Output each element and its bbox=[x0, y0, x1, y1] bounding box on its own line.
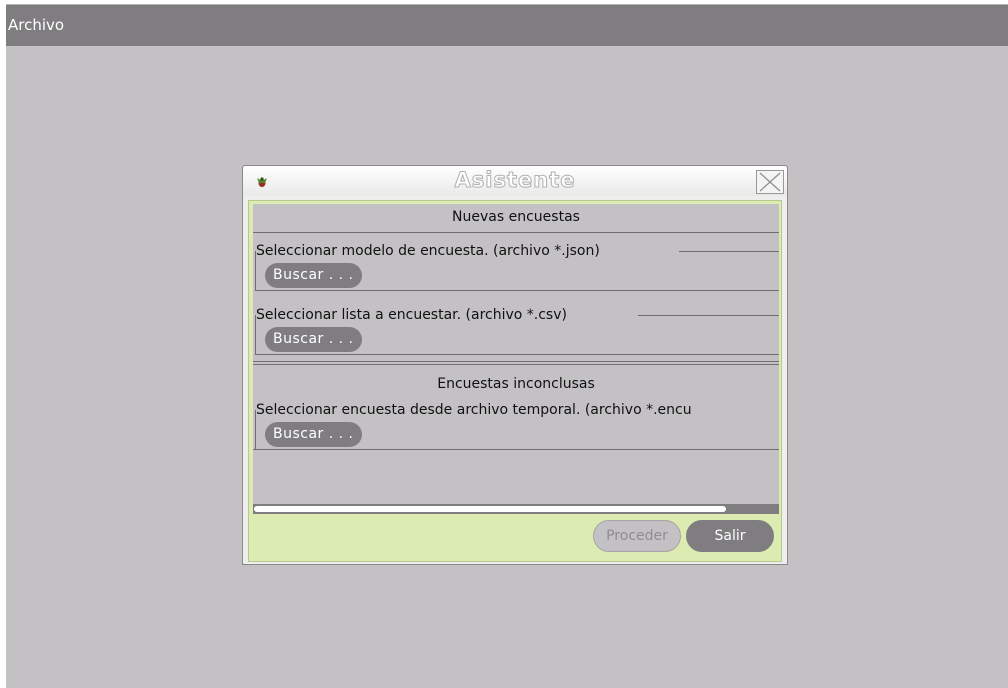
list-file-group: Seleccionar lista a encuestar. (archivo … bbox=[255, 306, 779, 355]
app-window: Archivo Asistente Nuevas encuestas Selec… bbox=[6, 4, 1008, 688]
model-file-label: Seleccionar modelo de encuesta. (archivo… bbox=[256, 242, 602, 260]
browse-model-button[interactable]: Buscar . . . bbox=[265, 263, 362, 288]
dialog-title: Asistente bbox=[454, 168, 576, 193]
group-border bbox=[679, 251, 779, 252]
menubar: Archivo bbox=[6, 4, 1008, 46]
section-heading-unfinished-surveys: Encuestas inconclusas bbox=[437, 376, 595, 392]
exit-button[interactable]: Salir bbox=[686, 520, 774, 552]
divider bbox=[253, 364, 779, 365]
content-pane: Nuevas encuestas Seleccionar modelo de e… bbox=[253, 204, 779, 504]
dialog-body: Nuevas encuestas Seleccionar modelo de e… bbox=[248, 200, 782, 562]
group-border bbox=[638, 315, 779, 316]
divider bbox=[253, 361, 779, 362]
divider bbox=[253, 232, 779, 233]
proceed-button[interactable]: Proceder bbox=[593, 520, 681, 552]
temp-file-group: Seleccionar encuesta desde archivo tempo… bbox=[255, 401, 779, 450]
list-file-label: Seleccionar lista a encuestar. (archivo … bbox=[256, 306, 569, 324]
model-file-group: Seleccionar modelo de encuesta. (archivo… bbox=[255, 242, 779, 291]
temp-file-label: Seleccionar encuesta desde archivo tempo… bbox=[256, 401, 694, 419]
browse-list-button[interactable]: Buscar . . . bbox=[265, 327, 362, 352]
close-button[interactable] bbox=[756, 170, 784, 194]
close-icon bbox=[759, 172, 781, 192]
dialog-titlebar[interactable]: Asistente bbox=[243, 166, 787, 196]
section-heading-new-surveys: Nuevas encuestas bbox=[452, 209, 580, 225]
divider bbox=[253, 449, 779, 450]
scrollbar-thumb[interactable] bbox=[254, 506, 726, 512]
menu-archivo[interactable]: Archivo bbox=[8, 15, 64, 35]
horizontal-scrollbar[interactable] bbox=[253, 504, 779, 514]
wizard-dialog: Asistente Nuevas encuestas Seleccionar m… bbox=[242, 165, 788, 565]
browse-temp-button[interactable]: Buscar . . . bbox=[265, 422, 362, 447]
